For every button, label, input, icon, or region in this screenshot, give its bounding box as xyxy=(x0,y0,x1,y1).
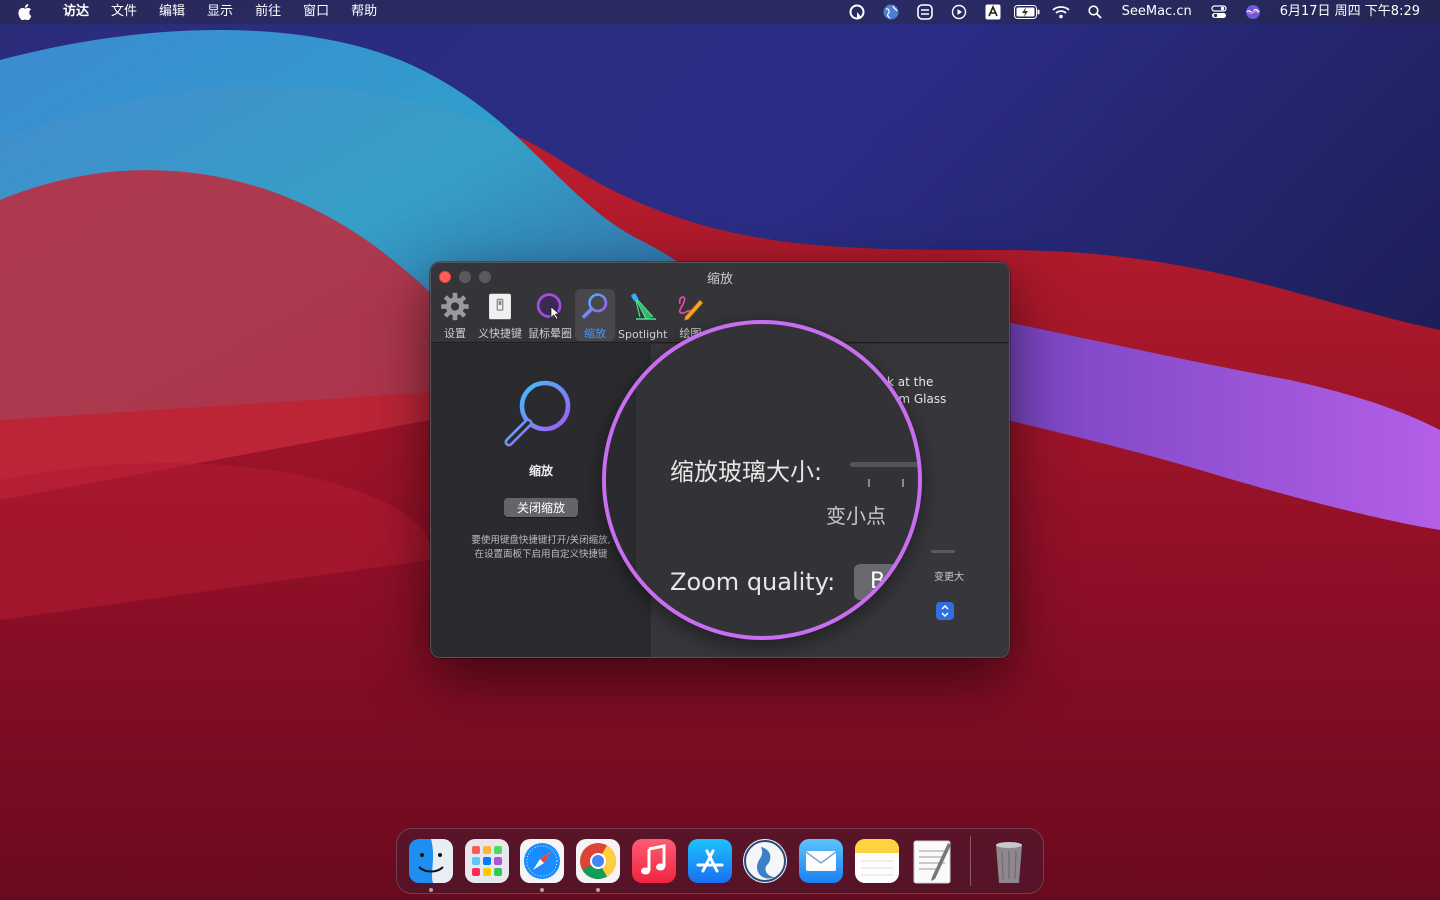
dock-notes[interactable] xyxy=(849,833,905,889)
app-store-icon xyxy=(687,839,732,883)
dock-separator xyxy=(970,836,972,886)
zoom-quality-label: Zoom quality: xyxy=(670,568,836,596)
chrome-icon xyxy=(576,839,621,883)
magnifier-icon xyxy=(582,293,608,319)
spotlight-icon xyxy=(630,293,656,320)
dock-music[interactable] xyxy=(626,833,682,889)
wifi-icon[interactable] xyxy=(1044,0,1078,24)
glass-size-label: 缩放玻璃大小: xyxy=(670,458,823,486)
tab-cursor-halo-label: 鼠标晕圈 xyxy=(528,327,572,340)
dock-textedit[interactable] xyxy=(905,833,961,889)
clipboard-icon[interactable] xyxy=(908,0,942,24)
music-icon xyxy=(631,839,676,883)
menu-go[interactable]: 前往 xyxy=(244,0,292,24)
zoom-quality-select[interactable] xyxy=(936,602,954,620)
menu-help[interactable]: 帮助 xyxy=(340,0,388,24)
search-icon[interactable] xyxy=(1078,0,1112,24)
dock-finder[interactable] xyxy=(403,833,459,892)
tab-settings[interactable]: 设置 xyxy=(435,289,475,341)
play-icon[interactable] xyxy=(942,0,976,24)
zoom-feature-icon xyxy=(504,380,571,447)
clock[interactable]: 6月17日 周四 下午8:29 xyxy=(1270,0,1430,24)
tab-shortcuts[interactable]: 义快捷键 xyxy=(475,289,525,341)
globe-icon[interactable] xyxy=(874,0,908,24)
toggle-zoom-button[interactable]: 关闭缩放 xyxy=(504,498,578,517)
menu-finder[interactable]: 访达 xyxy=(52,0,100,24)
dock-mail[interactable] xyxy=(793,833,849,889)
dock-launchpad[interactable] xyxy=(459,833,515,889)
safari-icon xyxy=(520,839,565,883)
chevron-updown-icon xyxy=(941,604,949,618)
siri-icon[interactable] xyxy=(1236,0,1270,24)
mail-icon xyxy=(799,839,843,883)
tab-cursor-halo[interactable]: 鼠标晕圈 xyxy=(525,289,575,341)
zoom-quality-value: B xyxy=(854,564,918,600)
dock-chrome[interactable] xyxy=(570,833,626,892)
site-label: SeeMac.cn xyxy=(1121,4,1192,19)
gear-icon xyxy=(441,292,469,321)
menu-edit[interactable]: 编辑 xyxy=(148,0,196,24)
trash-icon xyxy=(996,842,1023,883)
menu-view[interactable]: 显示 xyxy=(196,0,244,24)
glass-size-slider-zoomed xyxy=(850,462,918,467)
dock-trash[interactable] xyxy=(981,833,1037,889)
switch-icon xyxy=(489,293,511,320)
tab-settings-label: 设置 xyxy=(444,327,466,340)
launchpad-icon xyxy=(464,839,509,883)
pen-icon xyxy=(679,296,704,321)
dock-cursor-pro[interactable] xyxy=(737,833,793,889)
control-center-icon[interactable] xyxy=(1202,0,1236,24)
cursor-pro-icon xyxy=(743,839,788,883)
battery-charging-icon[interactable] xyxy=(1010,0,1044,24)
notes-icon xyxy=(854,839,899,883)
dock-safari[interactable] xyxy=(514,833,570,892)
menu-file[interactable]: 文件 xyxy=(100,0,148,24)
menu-bar: 访达 文件 编辑 显示 前往 窗口 帮助 SeeMac.cn 6月17日 周四 … xyxy=(0,0,1440,24)
tab-shortcuts-label: 义快捷键 xyxy=(478,327,522,340)
cursor-halo-icon xyxy=(536,293,562,320)
tab-zoom-label: 缩放 xyxy=(584,327,606,340)
zoom-glass: 缩放玻璃大小: 变小点 Zoom quality: B xyxy=(602,320,922,640)
dock xyxy=(396,828,1044,894)
slider-min-label: 变小点 xyxy=(826,504,886,528)
glass-size-slider[interactable] xyxy=(931,550,955,553)
finder-icon xyxy=(408,839,453,883)
input-source-a-icon[interactable] xyxy=(976,0,1010,24)
textedit-icon xyxy=(913,840,952,884)
dock-app-store[interactable] xyxy=(682,833,738,889)
window-title: 缩放 xyxy=(706,272,733,287)
slider-max-label: 变更大 xyxy=(934,572,964,583)
apple-icon[interactable] xyxy=(10,4,40,20)
menu-window[interactable]: 窗口 xyxy=(292,0,340,24)
cursor-pro-icon[interactable] xyxy=(840,0,874,24)
